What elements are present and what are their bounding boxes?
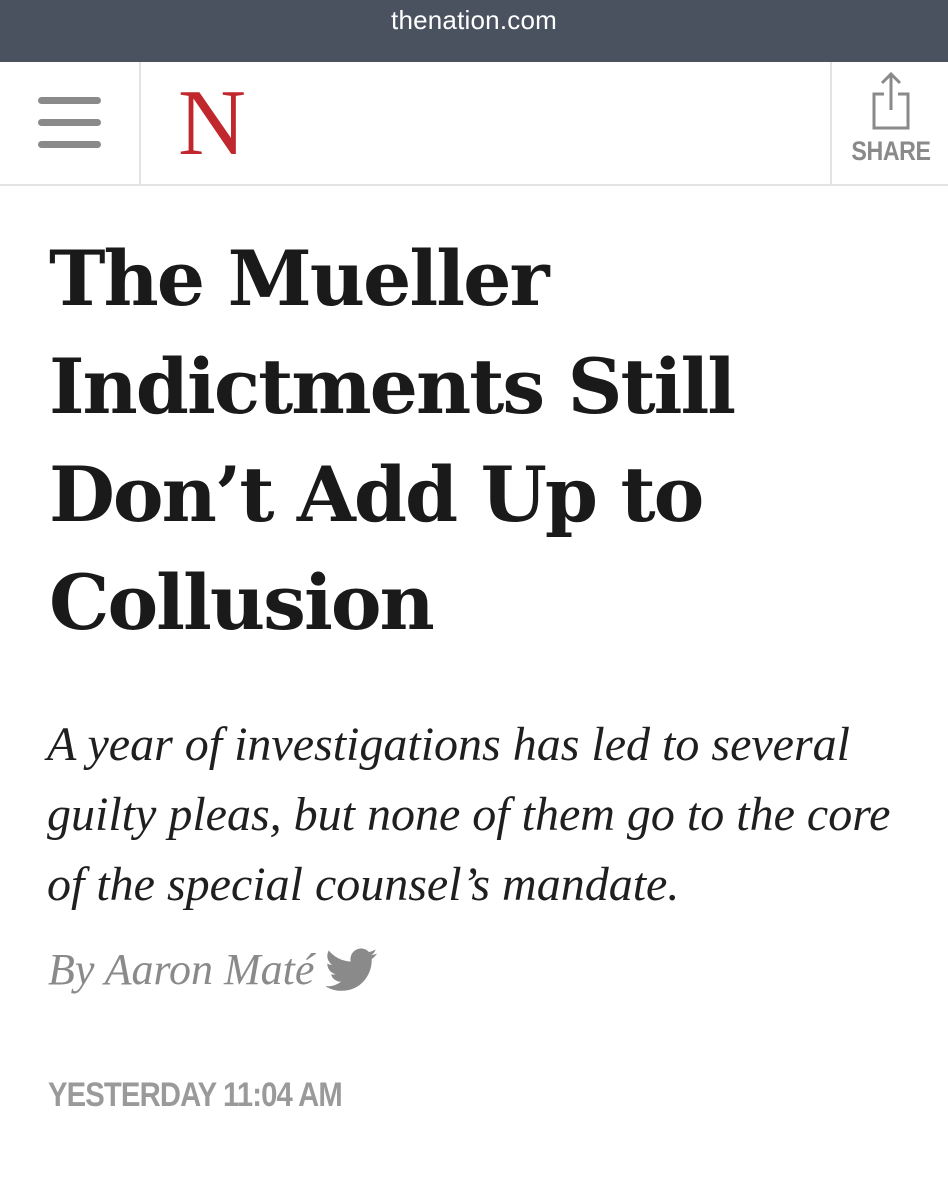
byline: By Aaron Maté [48, 944, 378, 995]
publish-timestamp: YESTERDAY 11:04 AM [48, 1076, 343, 1114]
share-icon [872, 71, 910, 130]
twitter-icon[interactable] [326, 948, 378, 992]
article-headline: The Mueller Indictments Still Don’t Add … [49, 234, 736, 647]
author-byline[interactable]: By Aaron Maté [48, 944, 314, 995]
share-button[interactable]: SHARE [830, 62, 948, 184]
url-bar[interactable]: thenation.com [0, 0, 948, 62]
url-text: thenation.com [391, 4, 557, 35]
site-logo[interactable]: N [178, 76, 246, 170]
share-label: SHARE [851, 136, 931, 166]
menu-button[interactable] [0, 62, 141, 184]
site-header: N SHARE [0, 62, 948, 186]
article-deck: A year of investigations has led to seve… [47, 718, 891, 911]
